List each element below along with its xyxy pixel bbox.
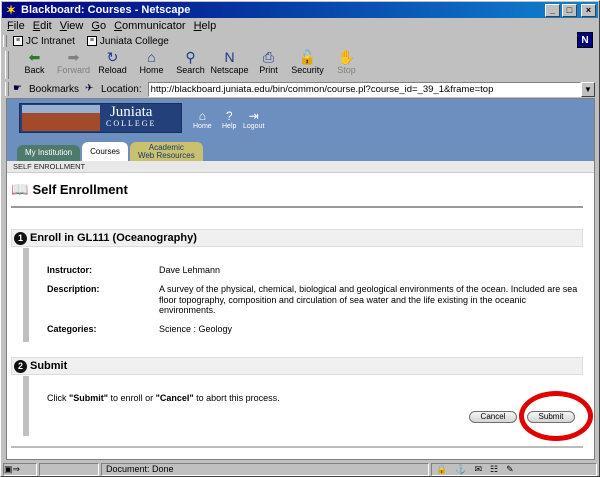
- location-toolbar: ☛ Bookmarks ✈ Location: http://blackboar…: [3, 81, 597, 97]
- menu-bar: File Edit View Go Communicator Help: [3, 18, 220, 34]
- instructor-value: Dave Lehmann: [159, 265, 221, 275]
- back-arrow-icon: ⬅: [28, 49, 41, 65]
- menu-go[interactable]: Go: [87, 20, 110, 32]
- connection-status-icon: ▣⇒: [3, 462, 37, 476]
- browser-window: ✶ Blackboard: Courses - Netscape _ □ × F…: [0, 0, 600, 477]
- status-bar: ▣⇒ Document: Done 🔒 ⚓ ✉ ☷ ✎: [3, 462, 599, 476]
- netscape-app-icon: ✶: [4, 3, 18, 17]
- location-label: ✈ Location:: [85, 83, 142, 95]
- navigator-icon[interactable]: ⚓: [455, 464, 466, 475]
- header-home-link[interactable]: ⌂ Home: [193, 109, 212, 130]
- header-help-link[interactable]: ? Help: [222, 109, 236, 130]
- window-title: Blackboard: Courses - Netscape: [21, 4, 191, 16]
- section-indent-bar: [23, 248, 29, 342]
- menu-edit[interactable]: Edit: [29, 20, 56, 32]
- juniata-logo[interactable]: Juniata COLLEGE: [19, 103, 182, 133]
- toolbar-grip[interactable]: [5, 51, 9, 79]
- forward-button: ➡ Forward: [56, 49, 90, 75]
- page-proxy-icon[interactable]: ✈: [85, 83, 99, 95]
- close-button[interactable]: ×: [581, 3, 596, 17]
- toolbar-grip[interactable]: [3, 35, 7, 47]
- main-tabs: My Institution Courses Academic Web Reso…: [17, 140, 205, 161]
- tab-my-institution[interactable]: My Institution: [17, 145, 81, 161]
- logo-subtitle: COLLEGE: [106, 119, 157, 128]
- bookmark-juniata-college[interactable]: ≡ Juniata College: [86, 36, 169, 47]
- home-icon: ⌂: [147, 49, 156, 65]
- help-icon: ?: [225, 109, 233, 123]
- bookmarks-button[interactable]: ☛ Bookmarks: [13, 83, 79, 95]
- newsgroups-icon[interactable]: ☷: [490, 464, 498, 475]
- mail-icon[interactable]: ✉: [474, 464, 482, 475]
- bookmark-page-icon: ≡: [13, 36, 23, 46]
- print-button[interactable]: ⎙ Print: [249, 49, 288, 79]
- logo-name: Juniata: [109, 104, 153, 120]
- bookmark-page-icon: ≡: [86, 36, 97, 46]
- title-divider: [11, 206, 583, 208]
- navigation-toolbar: ⬅ Back ➡ Forward ↻ Reload ⌂ Home ⚲ Search N Netscap…: [3, 49, 597, 81]
- breadcrumb: SELF ENROLLMENT: [7, 161, 594, 173]
- tab-academic-web-resources[interactable]: Academic Web Resources: [129, 142, 203, 161]
- component-bar: 🔒 ⚓ ✉ ☷ ✎: [431, 462, 597, 476]
- home-icon: ⌂: [198, 109, 206, 123]
- minimize-button[interactable]: _: [545, 3, 560, 17]
- search-icon: ⚲: [185, 49, 196, 65]
- cancel-button[interactable]: Cancel: [469, 411, 517, 423]
- netscape-icon: N: [224, 49, 235, 65]
- back-button[interactable]: ⬅ Back: [15, 49, 54, 79]
- description-value: A survey of the physical, chemical, biol…: [159, 284, 578, 315]
- submit-instructions: Click "Submit" to enroll or "Cancel" to …: [47, 393, 280, 403]
- print-icon: ⎙: [262, 49, 275, 65]
- blackboard-header: Juniata COLLEGE ⌂ Home ? Help ⇥ Logout M…: [7, 99, 594, 161]
- page-content: Juniata COLLEGE ⌂ Home ? Help ⇥ Logout M…: [6, 98, 595, 460]
- home-button[interactable]: ⌂ Home: [132, 49, 171, 79]
- step-number-badge: 1: [14, 231, 27, 245]
- logout-icon: ⇥: [248, 109, 259, 123]
- security-button[interactable]: 🔓 Security: [288, 49, 327, 79]
- menu-communicator[interactable]: Communicator: [110, 20, 190, 32]
- section-indent-bar: [23, 376, 29, 436]
- url-dropdown-button[interactable]: ▼: [581, 81, 595, 97]
- categories-value: Science : Geology: [159, 324, 233, 334]
- open-book-icon: 📖: [11, 181, 29, 197]
- section-title: Enroll in GL111 (Oceanography): [30, 232, 197, 244]
- section-enroll-header: 1 Enroll in GL111 (Oceanography): [11, 229, 583, 247]
- reload-button[interactable]: ↻ Reload: [93, 49, 132, 79]
- page-footer-divider: [11, 446, 583, 448]
- netscape-button[interactable]: N Netscape: [210, 49, 249, 79]
- url-input[interactable]: http://blackboard.juniata.edu/bin/common…: [147, 81, 581, 97]
- reload-icon: ↻: [106, 49, 119, 65]
- stop-icon: ✋: [337, 49, 356, 65]
- header-logout-link[interactable]: ⇥ Logout: [243, 109, 264, 130]
- section-submit-header: 2 Submit: [11, 357, 583, 375]
- forward-arrow-icon: ➡: [67, 49, 80, 65]
- bookmark-jc-intranet[interactable]: ≡ JC Intranet: [13, 36, 75, 47]
- stop-button: ✋ Stop: [337, 49, 356, 75]
- status-text: Document: Done: [101, 462, 429, 476]
- bookmarks-icon: ☛: [13, 83, 22, 94]
- menu-help[interactable]: Help: [190, 20, 221, 32]
- maximize-button[interactable]: □: [562, 3, 577, 17]
- security-lock-icon: 🔓: [298, 49, 317, 65]
- netscape-logo[interactable]: N: [577, 32, 593, 48]
- composer-icon[interactable]: ✎: [506, 464, 514, 475]
- section-title: Submit: [30, 360, 68, 372]
- menu-file[interactable]: File: [3, 20, 29, 32]
- description-label: Description:: [47, 284, 100, 294]
- tab-courses[interactable]: Courses: [82, 142, 128, 161]
- page-title: 📖 Self Enrollment: [11, 181, 128, 197]
- categories-label: Categories:: [47, 324, 97, 334]
- title-bar: ✶ Blackboard: Courses - Netscape _ □ ×: [2, 2, 598, 18]
- personal-toolbar: ≡ JC Intranet ≡ Juniata College N: [3, 32, 597, 48]
- menu-view[interactable]: View: [56, 20, 88, 32]
- instructor-label: Instructor:: [47, 265, 92, 275]
- search-button[interactable]: ⚲ Search: [171, 49, 210, 79]
- highlight-circle-annotation: [519, 391, 593, 441]
- step-number-badge: 2: [14, 359, 27, 373]
- security-icon[interactable]: 🔒: [436, 464, 447, 475]
- toolbar-grip[interactable]: [5, 82, 9, 96]
- campus-building-image: [22, 105, 100, 131]
- progress-bar: [39, 462, 99, 476]
